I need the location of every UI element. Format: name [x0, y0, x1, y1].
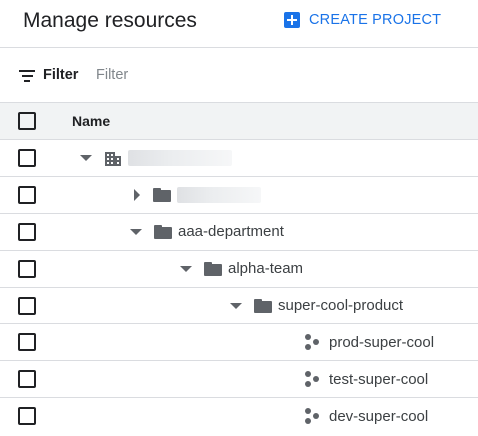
- row-checkbox[interactable]: [18, 333, 36, 352]
- table-header-row: Name: [0, 102, 478, 139]
- project-icon: [305, 408, 319, 425]
- table-row[interactable]: prod-super-cool: [0, 323, 478, 360]
- select-all-checkbox[interactable]: [18, 112, 36, 130]
- table-row[interactable]: dev-super-cool: [0, 397, 478, 434]
- tree-node-folder: aaa-department: [130, 214, 284, 250]
- redacted-organization-name: [128, 150, 232, 166]
- tree-node-organization: [80, 140, 232, 176]
- tree-node-project: test-super-cool: [304, 361, 428, 397]
- collapse-arrow-icon[interactable]: [230, 302, 242, 309]
- resource-table: Name aaa-department alpha-team super-coo…: [0, 102, 478, 434]
- row-checkbox[interactable]: [18, 259, 36, 278]
- folder-icon: [204, 261, 222, 276]
- project-icon: [305, 334, 319, 351]
- tree-node-project: prod-super-cool: [304, 324, 434, 360]
- filter-list-icon[interactable]: [19, 70, 35, 82]
- folder-icon: [254, 298, 272, 313]
- expand-arrow-icon[interactable]: [134, 188, 140, 201]
- create-project-button[interactable]: CREATE PROJECT: [284, 8, 441, 32]
- row-checkbox[interactable]: [18, 407, 36, 426]
- row-checkbox[interactable]: [18, 222, 36, 241]
- table-row[interactable]: [0, 139, 478, 176]
- manage-resources-page: Manage resources CREATE PROJECT Filter N…: [0, 0, 478, 436]
- filter-bar: Filter: [0, 47, 478, 102]
- project-name[interactable]: test-super-cool: [329, 371, 428, 388]
- table-row[interactable]: super-cool-product: [0, 286, 478, 324]
- tree-node-folder: alpha-team: [180, 251, 303, 287]
- redacted-folder-name: [177, 186, 261, 203]
- project-name[interactable]: dev-super-cool: [329, 408, 428, 425]
- project-icon: [305, 371, 319, 388]
- folder-icon: [153, 187, 171, 202]
- page-title: Manage resources: [23, 9, 197, 32]
- tree-node-folder: [134, 177, 261, 213]
- collapse-arrow-icon[interactable]: [180, 265, 192, 272]
- row-checkbox[interactable]: [18, 149, 36, 167]
- organization-icon: [105, 152, 121, 166]
- create-project-label: CREATE PROJECT: [309, 12, 442, 28]
- row-checkbox[interactable]: [18, 370, 36, 389]
- folder-name[interactable]: alpha-team: [228, 260, 303, 277]
- row-checkbox[interactable]: [18, 296, 36, 315]
- folder-name[interactable]: super-cool-product: [278, 297, 403, 314]
- filter-input[interactable]: [92, 62, 460, 88]
- collapse-arrow-icon[interactable]: [80, 155, 92, 161]
- tree-node-project: dev-super-cool: [304, 398, 428, 434]
- project-name[interactable]: prod-super-cool: [329, 334, 434, 351]
- tree-node-folder: super-cool-product: [230, 288, 403, 324]
- table-row[interactable]: test-super-cool: [0, 360, 478, 397]
- filter-label: Filter: [43, 67, 79, 83]
- collapse-arrow-icon[interactable]: [130, 228, 142, 235]
- folder-name[interactable]: aaa-department: [178, 223, 284, 240]
- add-box-icon: [284, 12, 300, 28]
- table-row[interactable]: aaa-department: [0, 212, 478, 250]
- column-header-name[interactable]: Name: [72, 113, 110, 129]
- row-checkbox[interactable]: [18, 185, 36, 204]
- table-row[interactable]: [0, 175, 478, 213]
- folder-icon: [154, 224, 172, 239]
- table-row[interactable]: alpha-team: [0, 249, 478, 287]
- page-header: Manage resources CREATE PROJECT: [0, 0, 478, 46]
